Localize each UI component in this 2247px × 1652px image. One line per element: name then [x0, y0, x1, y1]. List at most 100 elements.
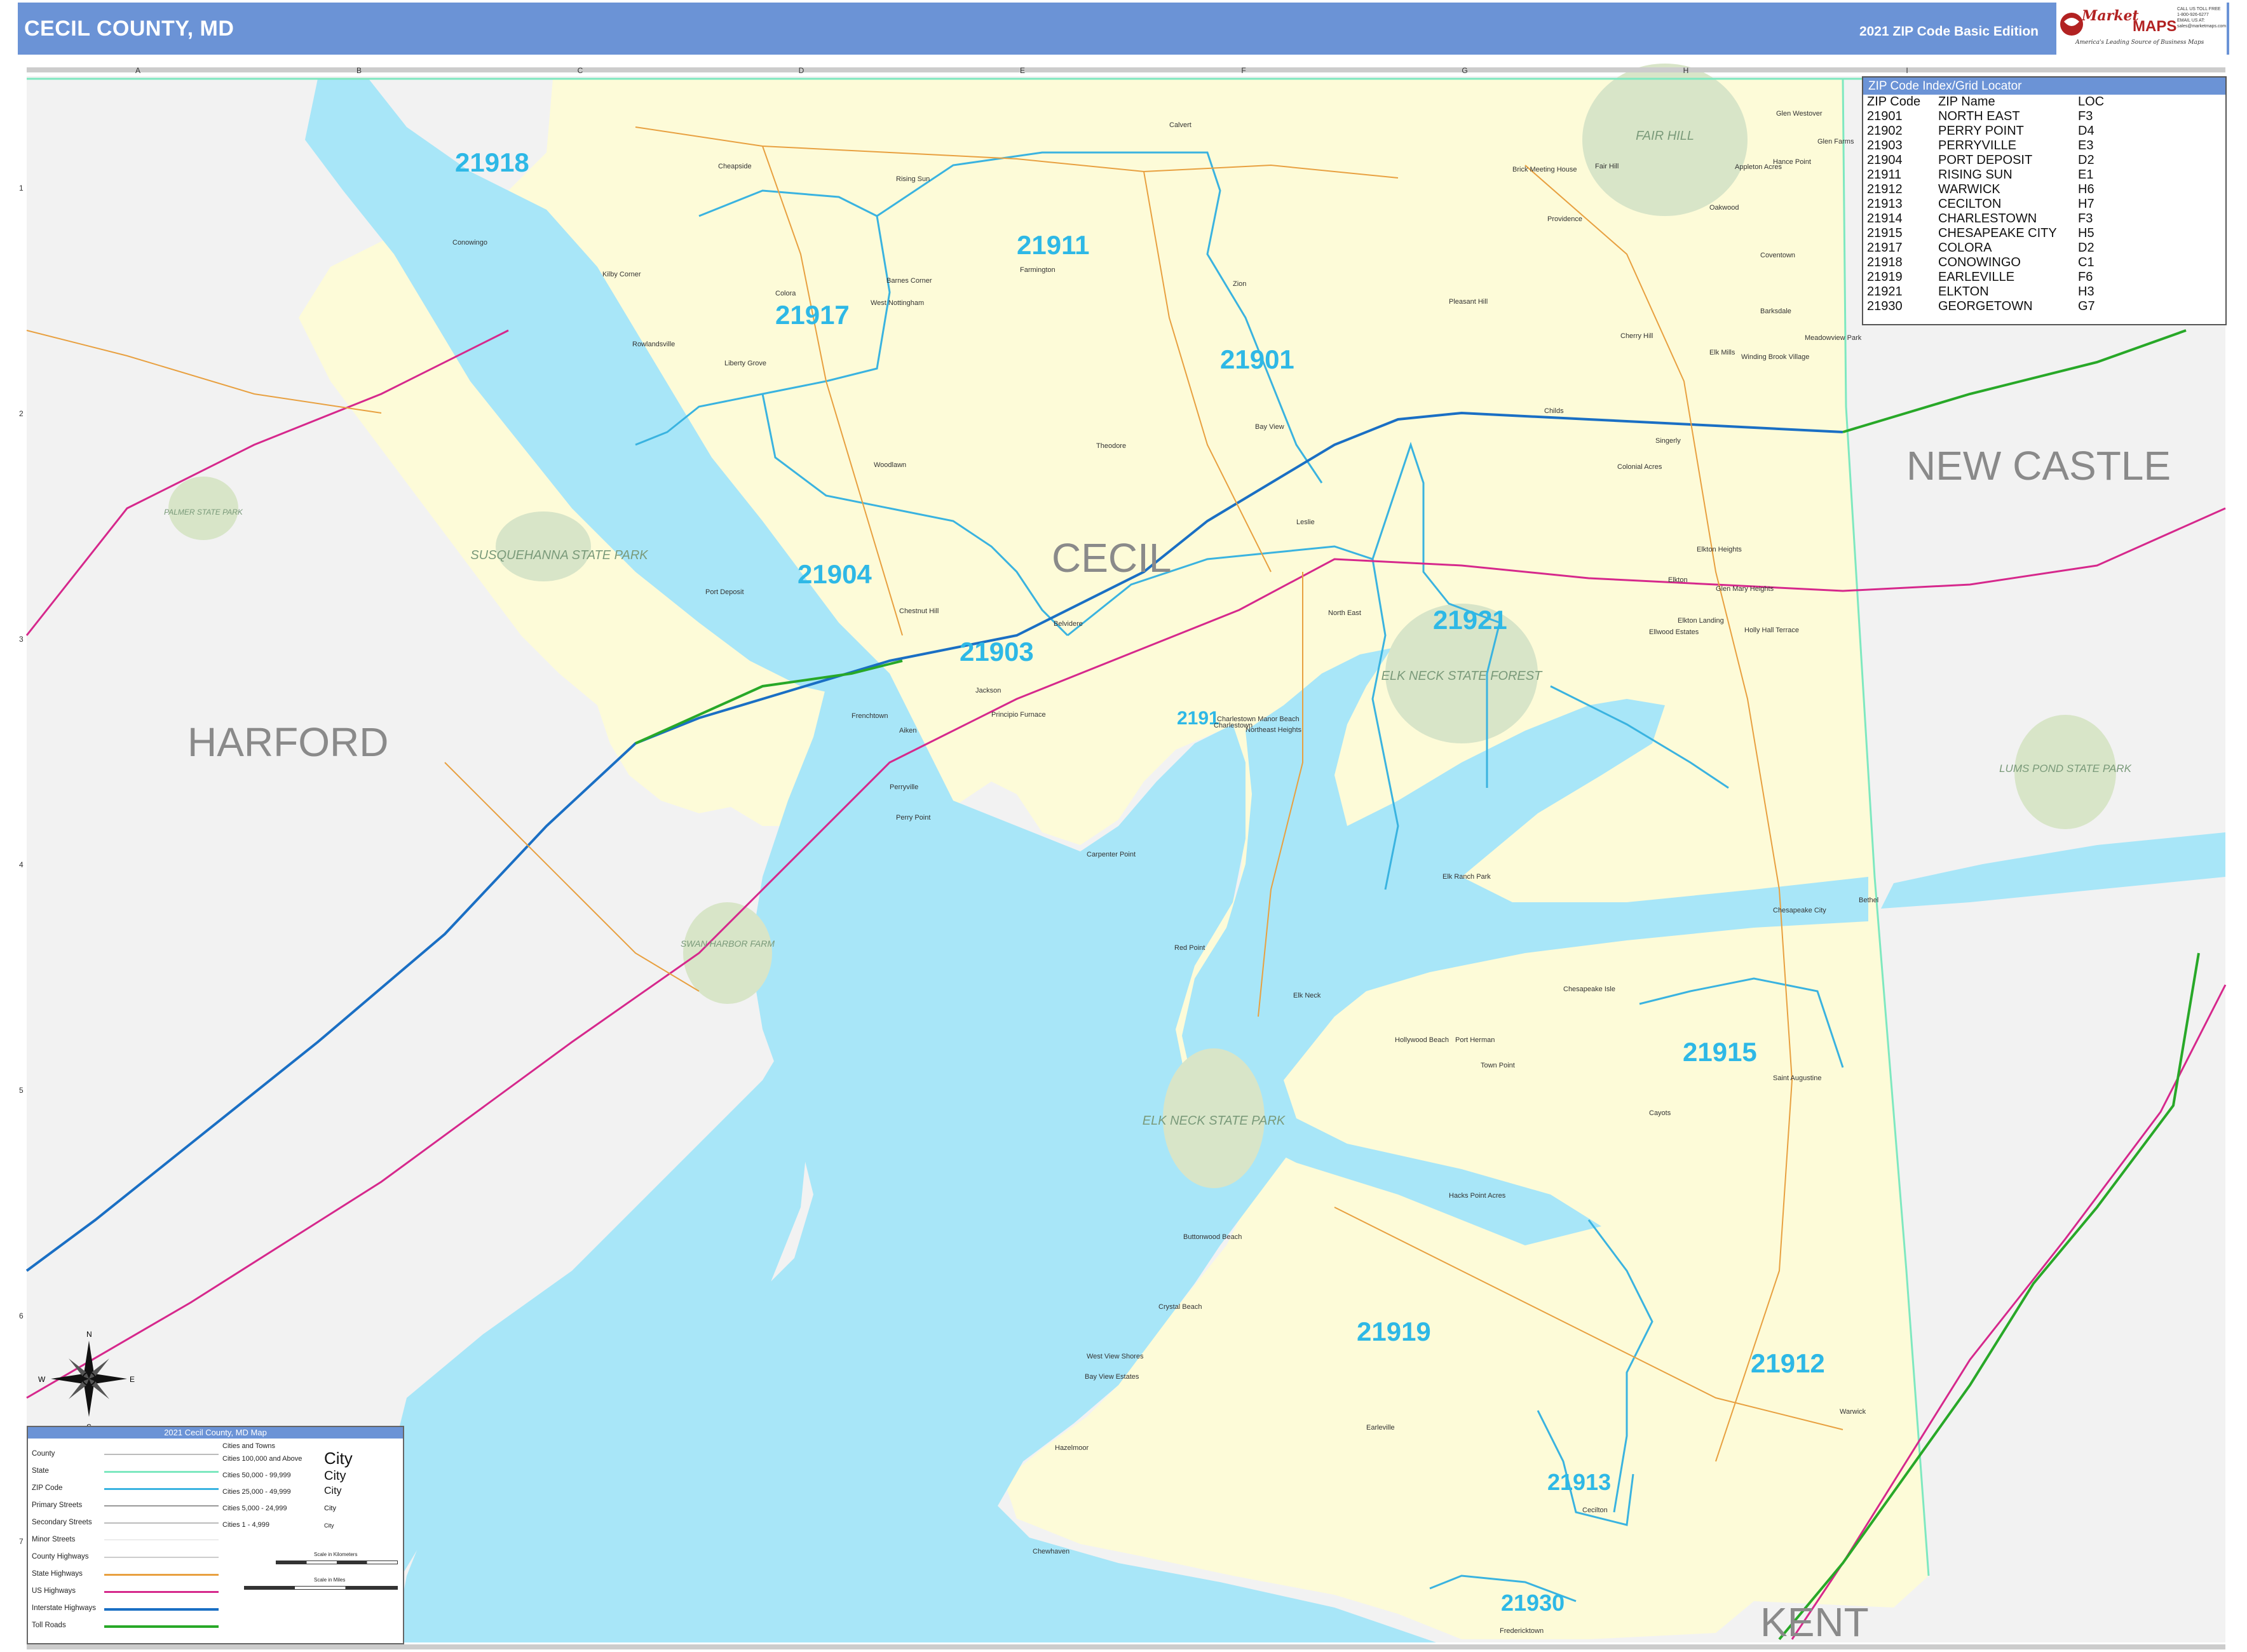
zip-loc-cell: F3	[2078, 109, 2093, 123]
zip-code-cell: 21912	[1867, 182, 1903, 196]
city-sample: City	[324, 1522, 334, 1529]
scale-bar-mi	[244, 1586, 398, 1590]
table-row: 21917 COLORA D2	[1867, 241, 2104, 255]
town-label: Conowingo	[452, 239, 487, 247]
grid-col-label: G	[1462, 66, 1467, 75]
grid-row-label: 2	[19, 409, 24, 418]
town-label: Oakwood	[1709, 204, 1739, 212]
zip-index-table: ZIP Code ZIP Name LOC 21901 NORTH EAST F3 …	[1867, 95, 2104, 314]
zip-loc-cell: D4	[2078, 124, 2094, 138]
compass-n: N	[86, 1330, 92, 1339]
town-label: Elkton Heights	[1697, 546, 1742, 553]
town-label: Crystal Beach	[1158, 1303, 1202, 1311]
zip-loc-cell: H5	[2078, 226, 2094, 240]
table-row: 21919 EARLEVILLE F6	[1867, 270, 2104, 285]
grid-row-label: 4	[19, 860, 24, 869]
zip-index-header: ZIP Code	[1867, 95, 1921, 109]
zip-label: 21919	[1357, 1317, 1431, 1346]
zip-name-cell: RISING SUN	[1938, 168, 2013, 182]
zip-label: 21903	[960, 637, 1034, 667]
town-label: Childs	[1544, 407, 1564, 415]
town-label: Woodlawn	[874, 461, 906, 469]
county-label-cecil: CECIL	[1052, 535, 1172, 581]
zip-loc-cell: E3	[2078, 139, 2094, 152]
town-label: Bay View	[1255, 423, 1284, 431]
town-label: Earleville	[1366, 1424, 1395, 1432]
grid-col-label: E	[1020, 66, 1025, 75]
zip-loc-cell: G7	[2078, 299, 2095, 313]
zip-code-cell: 21930	[1867, 299, 1903, 313]
town-label: Colonial Acres	[1617, 463, 1662, 471]
town-label: West View Shores	[1087, 1353, 1144, 1360]
zip-label: 21904	[798, 559, 872, 589]
town-label: Principio Furnace	[991, 711, 1046, 719]
park-label: LUMS POND STATE PARK	[1999, 762, 2131, 775]
town-label: Providence	[1547, 215, 1582, 223]
zip-label: 21930	[1501, 1590, 1565, 1616]
compass-w: W	[38, 1375, 46, 1384]
town-label: Holly Hall Terrace	[1744, 626, 1799, 634]
zip-label: 2191	[1177, 708, 1219, 729]
town-label: Perryville	[890, 783, 918, 791]
legend-item: ZIP Code	[32, 1484, 63, 1492]
zip-loc-cell: D2	[2078, 241, 2094, 255]
town-label: Pleasant Hill	[1449, 298, 1488, 306]
town-label: Chewhaven	[1033, 1548, 1069, 1555]
legend-item: Primary Streets	[32, 1501, 83, 1509]
zip-index-header: ZIP Name	[1938, 95, 1995, 109]
zip-label: 21913	[1547, 1469, 1611, 1495]
town-label: Calvert	[1169, 121, 1191, 129]
zip-index-header: LOC	[2078, 95, 2105, 109]
zip-label: 21912	[1751, 1348, 1825, 1378]
zip-code-cell: 21919	[1867, 270, 1903, 284]
grid-row-label: 6	[19, 1311, 24, 1320]
zip-code-cell: 21911	[1867, 168, 1902, 182]
town-label: Rising Sun	[896, 175, 930, 183]
grid-row-label: 7	[19, 1537, 24, 1546]
town-label: Colora	[775, 290, 796, 297]
table-row: 21901 NORTH EAST F3	[1867, 109, 2104, 124]
county-label-kent: KENT	[1760, 1599, 1869, 1645]
cities-item: Cities 50,000 - 99,999	[222, 1472, 291, 1479]
town-label: Town Point	[1481, 1062, 1515, 1069]
legend-swatch-zip	[104, 1488, 219, 1490]
town-label: Hazelmoor	[1055, 1444, 1089, 1452]
town-label: Hance Point	[1773, 158, 1811, 166]
zip-name-cell: ELKTON	[1938, 285, 1989, 299]
town-label: Brick Meeting House	[1512, 166, 1577, 173]
park-label: SUSQUEHANNA STATE PARK	[470, 548, 649, 562]
town-label: Chesapeake Isle	[1563, 985, 1615, 993]
table-row: 21912 WARWICK H6	[1867, 182, 2104, 197]
legend-item: Toll Roads	[32, 1622, 66, 1629]
zip-code-cell: 21915	[1867, 226, 1903, 240]
cities-header: Cities and Towns	[222, 1442, 275, 1450]
legend-swatch-state-hwy	[104, 1574, 219, 1576]
scale-mi-label: Scale in Miles	[314, 1577, 346, 1583]
scale-km-label: Scale in Kilometers	[314, 1552, 358, 1557]
legend-item: State Highways	[32, 1570, 83, 1578]
zip-label: 21918	[455, 147, 529, 177]
zip-name-cell: CONOWINGO	[1938, 255, 2021, 269]
legend-swatch-county-hwy	[104, 1557, 219, 1558]
town-label: Port Deposit	[705, 588, 744, 596]
town-label: Zion	[1233, 280, 1246, 288]
legend-item: US Highways	[32, 1587, 76, 1595]
zip-name-cell: CECILTON	[1938, 197, 2002, 211]
zip-name-cell: CHESAPEAKE CITY	[1938, 226, 2057, 240]
town-label: North East	[1328, 609, 1361, 617]
grid-col-label: A	[135, 66, 140, 75]
zip-loc-cell: C1	[2078, 255, 2094, 269]
table-row: 21921 ELKTON H3	[1867, 285, 2104, 299]
table-row: 21913 CECILTON H7	[1867, 197, 2104, 212]
town-label: Frenchtown	[852, 712, 888, 720]
zip-loc-cell: H6	[2078, 182, 2094, 196]
grid-col-label: F	[1241, 66, 1246, 75]
town-label: Red Point	[1174, 944, 1205, 952]
table-row: 21904 PORT DEPOSIT D2	[1867, 153, 2104, 168]
zip-index-panel: ZIP Code Index/Grid Locator ZIP Code ZIP…	[1862, 76, 2227, 325]
cities-item: Cities 5,000 - 24,999	[222, 1505, 287, 1512]
legend-swatch-county	[104, 1454, 219, 1455]
city-sample: City	[324, 1505, 336, 1512]
cities-item: Cities 100,000 and Above	[222, 1455, 302, 1463]
town-label: Hollywood Beach	[1395, 1036, 1449, 1044]
